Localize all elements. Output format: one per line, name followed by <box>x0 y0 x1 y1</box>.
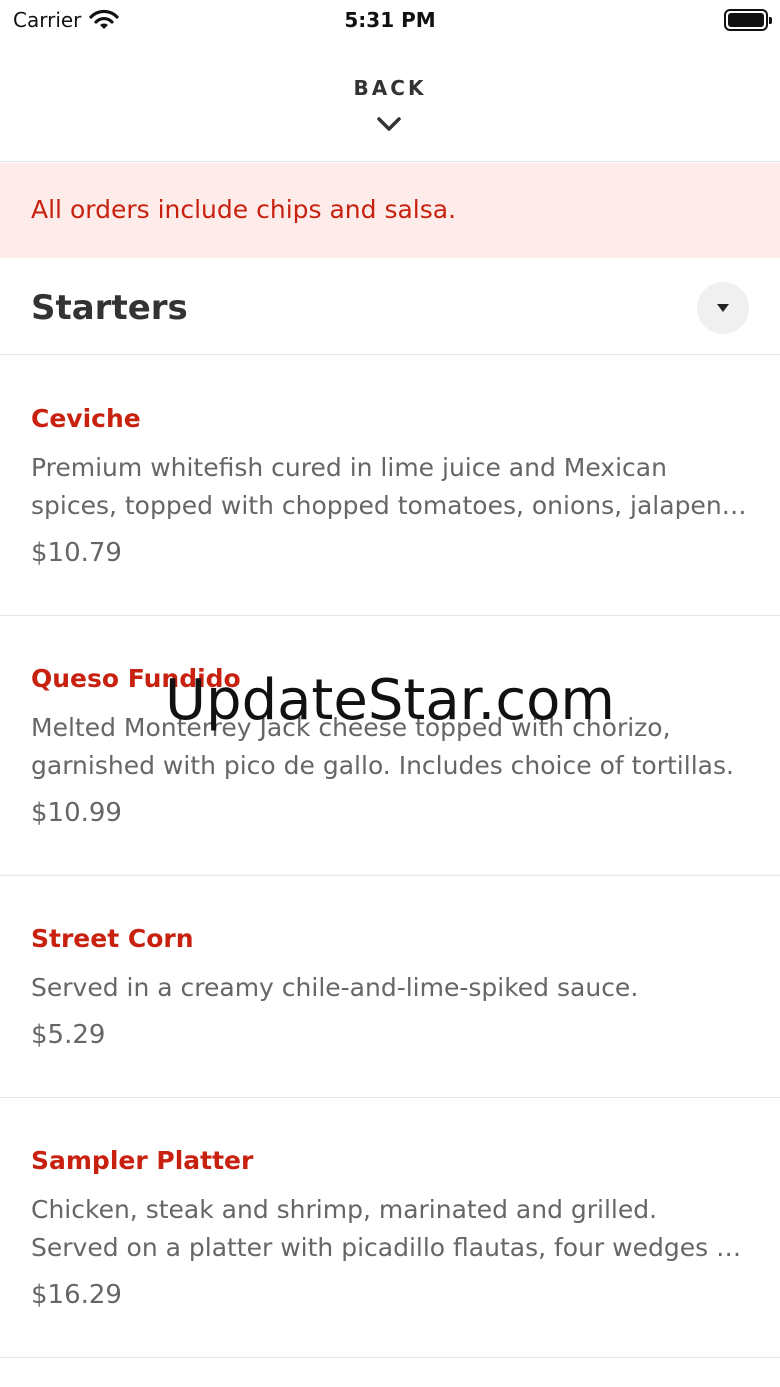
item-name: Street Corn <box>31 924 194 953</box>
item-name: Sampler Platter <box>31 1146 254 1175</box>
menu-item[interactable]: Street Corn Served in a creamy chile-and… <box>0 876 780 1098</box>
battery-cap <box>769 17 772 24</box>
item-price: $16.29 <box>31 1280 122 1310</box>
item-price: $5.29 <box>31 1020 106 1050</box>
menu-item[interactable]: Queso Fundido Melted Monterrey Jack chee… <box>0 616 780 876</box>
item-description: Premium whitefish cured in lime juice an… <box>31 453 737 520</box>
item-description: Chicken, steak and shrimp, marinated and… <box>31 1195 741 1262</box>
item-name: Ceviche <box>31 404 141 433</box>
chevron-down-icon <box>377 117 401 131</box>
info-banner-text: All orders include chips and salsa. <box>31 195 457 224</box>
info-banner: All orders include chips and salsa. <box>0 163 780 258</box>
section-toggle-button[interactable] <box>697 282 749 334</box>
item-description: Served in a creamy chile-and-lime-spiked… <box>31 973 639 1002</box>
back-button[interactable]: BACK <box>0 40 780 162</box>
triangle-down-icon <box>717 304 729 312</box>
section-header[interactable]: Starters <box>0 258 780 355</box>
battery-icon <box>724 9 772 31</box>
clock: 5:31 PM <box>344 8 436 32</box>
status-bar: Carrier 5:31 PM <box>0 0 780 40</box>
item-price: $10.79 <box>31 538 122 568</box>
menu-item[interactable]: Sampler Platter Chicken, steak and shrim… <box>0 1098 780 1358</box>
back-label: BACK <box>353 76 427 100</box>
item-description: Melted Monterrey Jack cheese topped with… <box>31 713 734 780</box>
battery-level <box>728 13 764 27</box>
item-name: Queso Fundido <box>31 664 241 693</box>
item-price: $10.99 <box>31 798 122 828</box>
section-title: Starters <box>31 288 188 328</box>
menu-item[interactable]: Ceviche Premium whitefish cured in lime … <box>0 356 780 616</box>
